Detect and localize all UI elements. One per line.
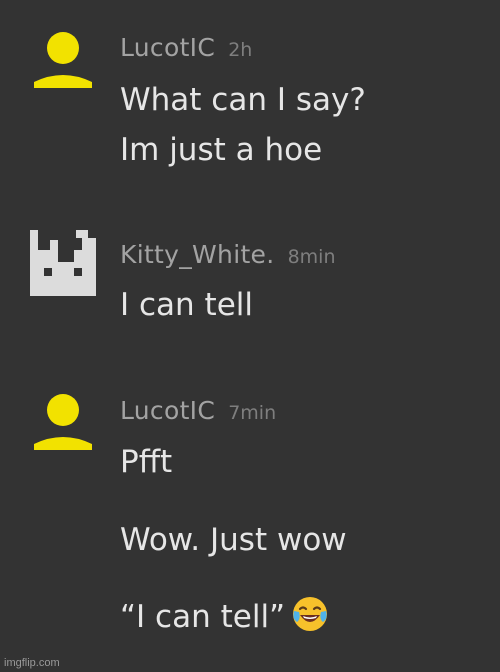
user-avatar-icon[interactable] [32, 30, 94, 96]
timestamp: 2h [228, 39, 253, 61]
imgflip-watermark: imgflip.com [4, 657, 60, 669]
pixel-cat-icon[interactable] [30, 230, 96, 300]
comment-header: LucotIC 2h [120, 33, 252, 62]
message-text: “I can tell” [120, 599, 286, 635]
username[interactable]: LucotIC [120, 33, 215, 62]
message-line: Pfft [120, 444, 173, 480]
comment-header: Kitty_White. 8min [120, 240, 336, 269]
username[interactable]: Kitty_White. [120, 240, 274, 269]
comment-1: LucotIC 2h What can I say? Im just a hoe [0, 0, 500, 200]
timestamp: 7min [228, 402, 277, 424]
message-line: “I can tell” [120, 595, 329, 641]
message-line: Im just a hoe [120, 132, 323, 168]
message-line: Wow. Just wow [120, 522, 347, 558]
comment-header: LucotIC 7min [120, 396, 276, 425]
message-line: What can I say? [120, 82, 366, 118]
laughing-crying-emoji-icon [291, 595, 329, 641]
username[interactable]: LucotIC [120, 396, 215, 425]
user-avatar-icon[interactable] [32, 392, 94, 458]
message-line: I can tell [120, 287, 253, 323]
timestamp: 8min [287, 246, 336, 268]
